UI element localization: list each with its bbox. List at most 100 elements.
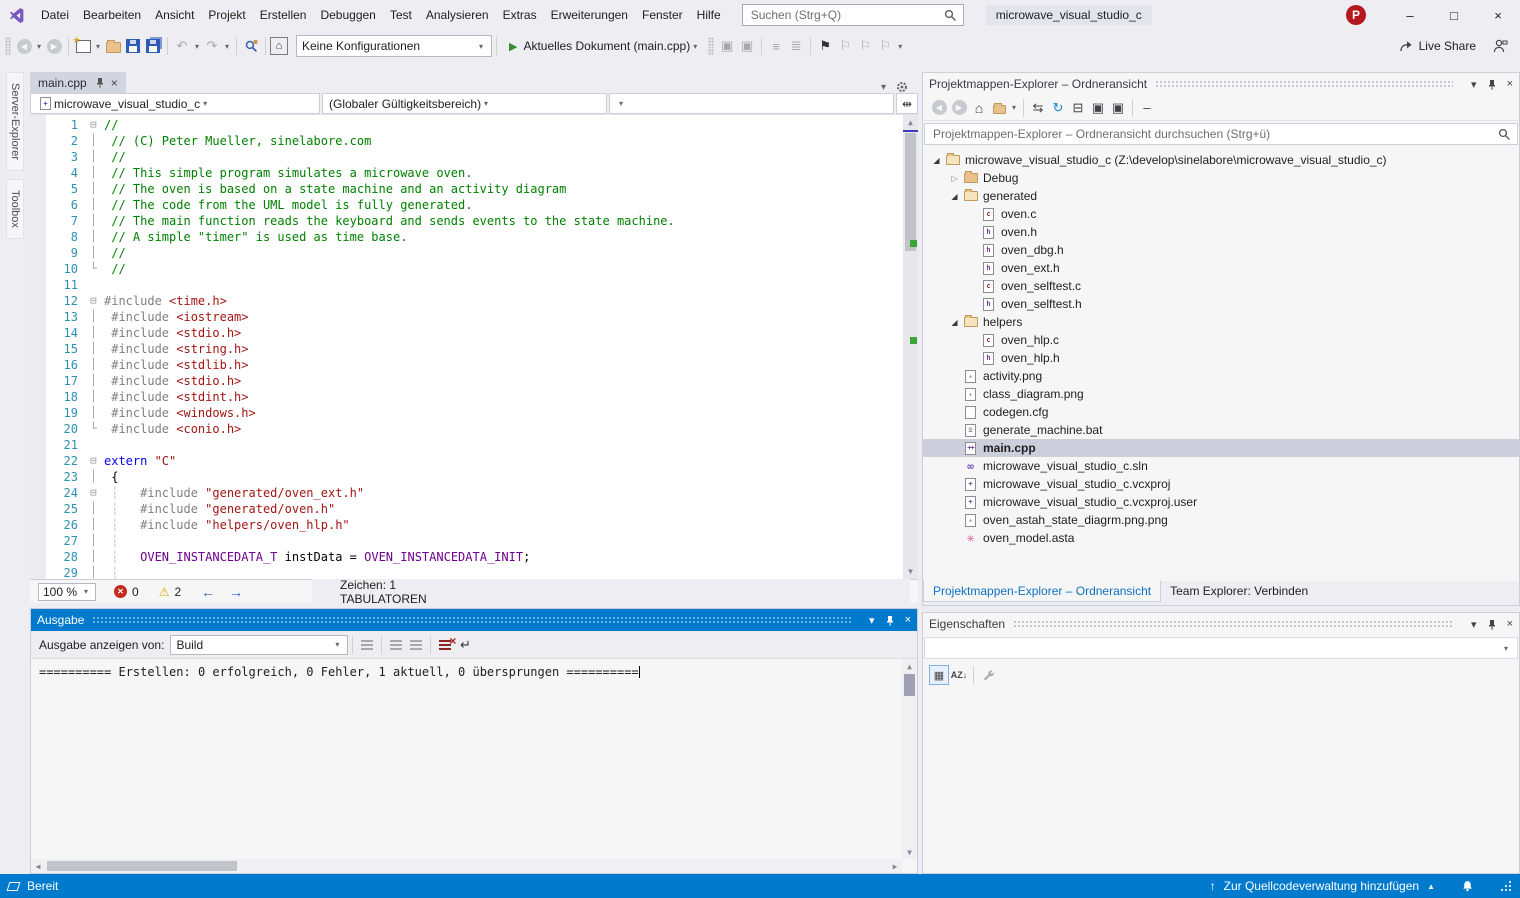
home-window-icon[interactable]: ⌂: [270, 37, 288, 55]
code-line[interactable]: 13│ #include <iostream>: [46, 309, 903, 325]
find-message-icon[interactable]: [357, 634, 377, 656]
expanded-arrow-icon[interactable]: ◢: [947, 318, 962, 327]
close-panel-icon[interactable]: ×: [905, 614, 911, 626]
previous-bookmark-icon[interactable]: ⚐: [835, 35, 855, 57]
tree-item-main.cpp[interactable]: ++main.cpp: [923, 439, 1519, 457]
code-line[interactable]: 28│ ┆ OVEN_INSTANCEDATA_T instData = OVE…: [46, 549, 903, 565]
output-source-dropdown[interactable]: Build ▾: [170, 635, 348, 655]
code-line[interactable]: 9│ //: [46, 245, 903, 261]
tree-item-helpers[interactable]: ◢helpers: [923, 313, 1519, 331]
code-editor[interactable]: 1⊟//2│ // (C) Peter Mueller, sinelabore.…: [30, 115, 918, 579]
switch-views-dropdown-icon[interactable]: ▾: [1009, 103, 1019, 112]
navigate-forward-icon[interactable]: ▶: [44, 35, 64, 57]
tree-item-microwave_visual_studio_c.vcxproj.user[interactable]: +microwave_visual_studio_c.vcxproj.user: [923, 493, 1519, 511]
feedback-icon[interactable]: [1490, 35, 1510, 57]
code-line[interactable]: 20└ #include <conio.h>: [46, 421, 903, 437]
refresh-icon[interactable]: ↻: [1048, 97, 1068, 119]
scroll-up-icon[interactable]: ▲: [902, 659, 917, 673]
toggle-bookmark-icon[interactable]: ⚑: [815, 35, 835, 57]
redo-dropdown-icon[interactable]: ▾: [222, 42, 232, 51]
menu-debuggen[interactable]: Debuggen: [313, 0, 382, 30]
undo-dropdown-icon[interactable]: ▾: [192, 42, 202, 51]
member-dropdown[interactable]: ▾: [609, 93, 894, 114]
code-line[interactable]: 17│ #include <stdio.h>: [46, 373, 903, 389]
properties-object-dropdown[interactable]: ▾: [924, 637, 1518, 659]
menu-ansicht[interactable]: Ansicht: [148, 0, 201, 30]
fold-collapse-icon[interactable]: ⊟: [90, 453, 104, 469]
properties-pages-icon[interactable]: ▣: [1108, 97, 1128, 119]
project-dropdown[interactable]: + microwave_visual_studio_c ▾: [30, 93, 320, 114]
user-avatar[interactable]: P: [1346, 5, 1366, 25]
explorer-back-icon[interactable]: ◀: [929, 97, 949, 119]
next-bookmark-icon[interactable]: ⚐: [855, 35, 875, 57]
close-panel-icon[interactable]: ×: [1507, 618, 1513, 630]
global-search-input[interactable]: [749, 7, 944, 23]
code-line[interactable]: 16│ #include <stdlib.h>: [46, 357, 903, 373]
tree-item-codegen.cfg[interactable]: codegen.cfg: [923, 403, 1519, 421]
new-project-icon[interactable]: [73, 35, 93, 57]
tree-item-generate_machine.bat[interactable]: ≡generate_machine.bat: [923, 421, 1519, 439]
solution-explorer-search-input[interactable]: [931, 126, 1498, 142]
tree-item-oven_ext.h[interactable]: hoven_ext.h: [923, 259, 1519, 277]
tree-item-oven.c[interactable]: coven.c: [923, 205, 1519, 223]
tree-item-oven_selftest.h[interactable]: hoven_selftest.h: [923, 295, 1519, 313]
background-tasks-icon[interactable]: [7, 882, 21, 891]
output-horizontal-scrollbar[interactable]: ◀ ▶: [31, 859, 902, 873]
clear-bookmarks-icon[interactable]: ⚐: [875, 35, 895, 57]
solution-explorer-title-bar[interactable]: Projektmappen-Explorer – Ordneransicht ▾…: [923, 73, 1519, 95]
code-line[interactable]: 1⊟//: [46, 117, 903, 133]
home-icon[interactable]: ⌂: [969, 97, 989, 119]
scope-dropdown[interactable]: (Globaler Gültigkeitsbereich) ▾: [322, 93, 607, 114]
tab-main-cpp[interactable]: main.cpp ×: [30, 72, 126, 93]
menu-fenster[interactable]: Fenster: [635, 0, 690, 30]
add-to-source-control-button[interactable]: Zur Quellcodeverwaltung hinzufügen: [1224, 879, 1419, 893]
split-editor-icon[interactable]: ⇹: [896, 93, 918, 114]
side-tab-server-explorer[interactable]: Server-Explorer: [6, 72, 24, 171]
start-debugging-button[interactable]: ▶ Aktuelles Dokument (main.cpp) ▾: [509, 39, 700, 53]
code-line[interactable]: 10└ //: [46, 261, 903, 277]
code-line[interactable]: 15│ #include <string.h>: [46, 341, 903, 357]
properties-title-bar[interactable]: Eigenschaften ▾ ×: [923, 613, 1519, 635]
editor-vertical-scrollbar[interactable]: ▲ ▼: [903, 115, 918, 579]
scroll-right-icon[interactable]: ▶: [888, 859, 902, 873]
collapse-all-icon[interactable]: ⊟: [1068, 97, 1088, 119]
solution-configurations-dropdown[interactable]: Keine Konfigurationen ▾: [296, 35, 492, 57]
open-file-icon[interactable]: [103, 35, 123, 57]
code-line[interactable]: 7│ // The main function reads the keyboa…: [46, 213, 903, 229]
tree-item-oven.h[interactable]: hoven.h: [923, 223, 1519, 241]
expanded-arrow-icon[interactable]: ◢: [947, 192, 962, 201]
increase-indent-icon[interactable]: ≣: [786, 35, 806, 57]
global-search-box[interactable]: [742, 4, 964, 26]
warning-count[interactable]: 2: [174, 585, 181, 599]
scroll-down-icon[interactable]: ▼: [902, 845, 917, 859]
output-content[interactable]: ========== Erstellen: 0 erfolgreich, 0 F…: [31, 659, 917, 873]
code-line[interactable]: 26│ ┆ #include "helpers/oven_hlp.h": [46, 517, 903, 533]
pin-icon[interactable]: [1487, 619, 1497, 630]
code-line[interactable]: 25│ ┆ #include "generated/oven.h": [46, 501, 903, 517]
previous-message-icon[interactable]: [386, 634, 406, 656]
maximize-button[interactable]: □: [1432, 0, 1476, 30]
tree-item-microwave_visual_studio_c.vcxproj[interactable]: +microwave_visual_studio_c.vcxproj: [923, 475, 1519, 493]
tree-item-debug[interactable]: ▷Debug: [923, 169, 1519, 187]
zoom-dropdown[interactable]: 100 % ▾: [38, 583, 96, 601]
minimize-button[interactable]: –: [1388, 0, 1432, 30]
categorized-icon[interactable]: ▦: [929, 665, 949, 685]
navigate-back-icon[interactable]: ◀: [14, 35, 34, 57]
panel-tab-projektmappen-explorer-ordneransicht[interactable]: Projektmappen-Explorer – Ordneransicht: [923, 581, 1161, 602]
scroll-up-icon[interactable]: ▲: [903, 115, 918, 130]
navigate-issues-arrows[interactable]: ←→: [201, 584, 257, 600]
sort-alphabetical-icon[interactable]: AZ↓: [949, 665, 969, 685]
tree-item-oven_hlp.c[interactable]: coven_hlp.c: [923, 331, 1519, 349]
copy-item-icon[interactable]: ▣: [737, 35, 757, 57]
navigate-to-icon[interactable]: [241, 35, 261, 57]
tree-item-oven_model.asta[interactable]: ✳oven_model.asta: [923, 529, 1519, 547]
code-line[interactable]: 29│ ┆: [46, 565, 903, 579]
code-line[interactable]: 14│ #include <stdio.h>: [46, 325, 903, 341]
window-position-dropdown-icon[interactable]: ▾: [1471, 78, 1477, 91]
save-icon[interactable]: [123, 35, 143, 57]
tab-list-dropdown-icon[interactable]: ▾: [881, 82, 886, 93]
code-line[interactable]: 4│ // This simple program simulates a mi…: [46, 165, 903, 181]
code-line[interactable]: 12⊟#include <time.h>: [46, 293, 903, 309]
code-line[interactable]: 18│ #include <stdint.h>: [46, 389, 903, 405]
menu-extras[interactable]: Extras: [496, 0, 544, 30]
